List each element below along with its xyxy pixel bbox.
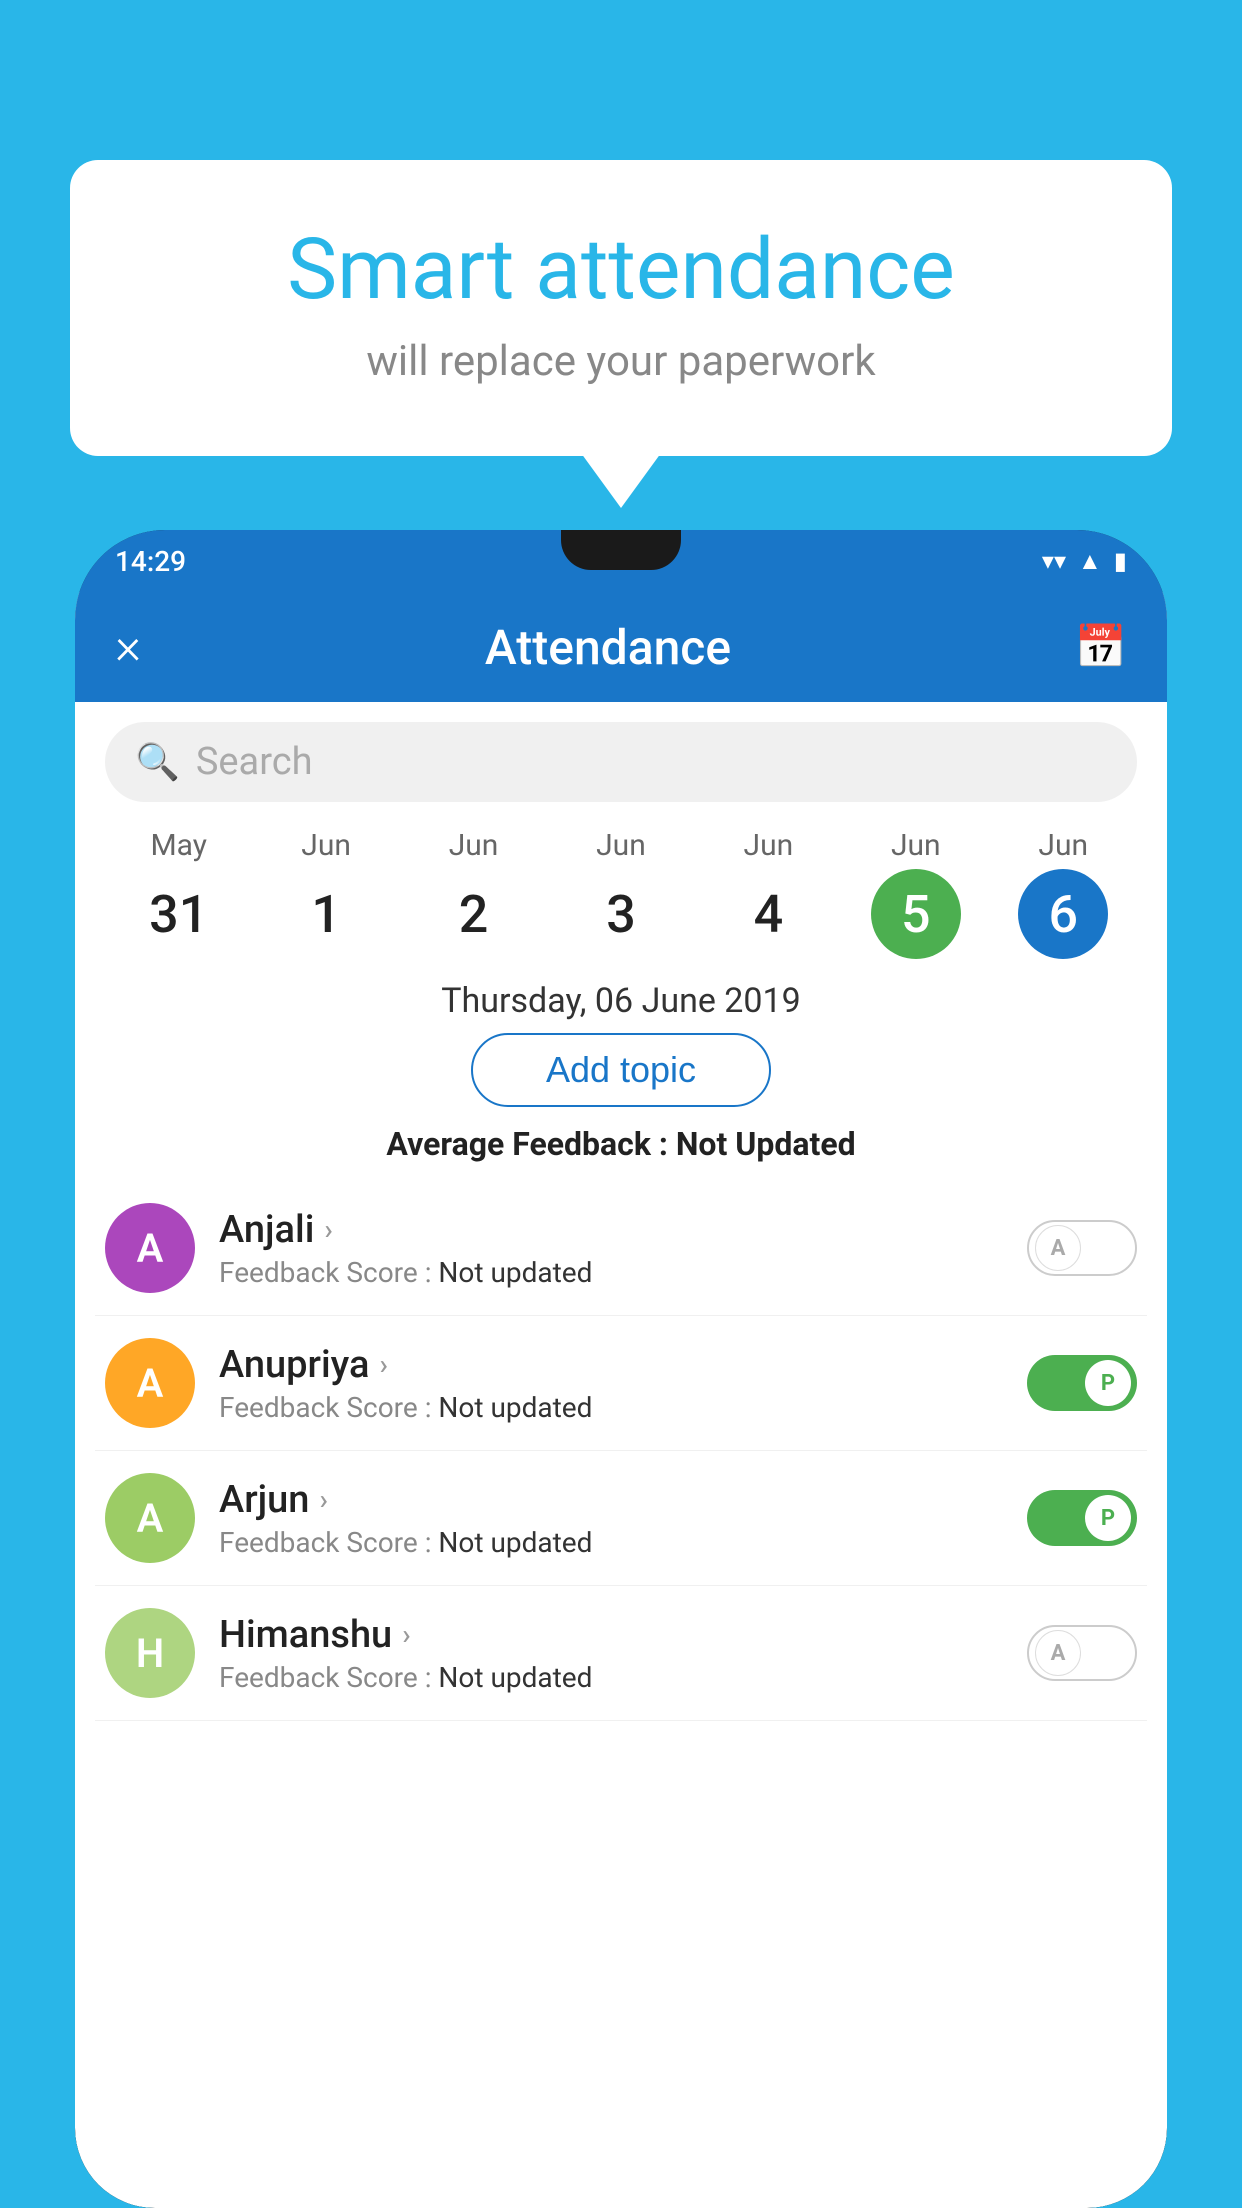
toggle-knob: P	[1085, 1495, 1131, 1541]
attendance-toggle[interactable]: P	[1027, 1490, 1137, 1546]
toggle-switch[interactable]: P	[1027, 1355, 1137, 1411]
chevron-icon: ›	[324, 1213, 332, 1246]
toggle-knob: A	[1035, 1630, 1081, 1676]
close-button[interactable]: ×	[115, 618, 141, 676]
calendar-icon[interactable]: 📅	[1075, 623, 1127, 672]
wifi-icon: ▾▾	[1042, 547, 1066, 575]
cal-day-number[interactable]: 4	[723, 869, 813, 959]
student-item[interactable]: H Himanshu › Feedback Score : Not updated A	[95, 1586, 1147, 1721]
selected-date-label: Thursday, 06 June 2019	[75, 959, 1167, 1033]
cal-month-label: Jun	[596, 828, 646, 863]
screen-title: Attendance	[485, 619, 731, 676]
calendar-day[interactable]: Jun 2	[424, 828, 524, 959]
phone-frame: 14:29 ▾▾ ▲ ▮ × Attendance 📅 🔍 Search May…	[75, 530, 1167, 2208]
calendar-day[interactable]: Jun 5	[866, 828, 966, 959]
calendar-day[interactable]: Jun 3	[571, 828, 671, 959]
phone-notch	[561, 530, 681, 570]
cal-month-label: Jun	[449, 828, 499, 863]
student-info: Anjali › Feedback Score : Not updated	[219, 1208, 1003, 1289]
cal-month-label: Jun	[744, 828, 794, 863]
student-avatar: A	[105, 1338, 195, 1428]
student-name: Himanshu ›	[219, 1613, 1003, 1657]
attendance-toggle[interactable]: A	[1027, 1220, 1137, 1276]
avg-feedback: Average Feedback : Not Updated	[75, 1125, 1167, 1163]
signal-icon: ▲	[1078, 547, 1102, 576]
student-feedback-score: Feedback Score : Not updated	[219, 1391, 1003, 1424]
cal-month-label: May	[150, 828, 206, 863]
avg-feedback-value: Not Updated	[676, 1125, 856, 1163]
student-name: Arjun ›	[219, 1478, 1003, 1522]
calendar-day[interactable]: May 31	[129, 828, 229, 959]
cal-day-number[interactable]: 6	[1018, 869, 1108, 959]
chevron-icon: ›	[402, 1618, 410, 1651]
student-item[interactable]: A Anupriya › Feedback Score : Not updated P	[95, 1316, 1147, 1451]
add-topic-button[interactable]: Add topic	[471, 1033, 771, 1107]
student-list: AAnjali ›Feedback Score : Not updatedAAA…	[75, 1181, 1167, 1721]
cal-day-number[interactable]: 3	[576, 869, 666, 959]
attendance-toggle[interactable]: P	[1027, 1355, 1137, 1411]
cal-month-label: Jun	[301, 828, 351, 863]
search-input[interactable]: Search	[196, 740, 313, 784]
toggle-switch[interactable]: P	[1027, 1490, 1137, 1546]
bubble-subtitle: will replace your paperwork	[150, 337, 1092, 386]
student-info: Arjun › Feedback Score : Not updated	[219, 1478, 1003, 1559]
speech-bubble: Smart attendance will replace your paper…	[70, 160, 1172, 456]
toggle-knob: P	[1085, 1360, 1131, 1406]
student-avatar: A	[105, 1473, 195, 1563]
phone-screen: × Attendance 📅 🔍 Search May31Jun1Jun2Jun…	[75, 592, 1167, 2208]
calendar-day[interactable]: Jun 6	[1013, 828, 1113, 959]
student-info: Anupriya › Feedback Score : Not updated	[219, 1343, 1003, 1424]
status-time: 14:29	[115, 545, 186, 578]
chevron-icon: ›	[319, 1483, 327, 1516]
student-feedback-score: Feedback Score : Not updated	[219, 1256, 1003, 1289]
cal-day-number[interactable]: 2	[429, 869, 519, 959]
cal-day-number[interactable]: 1	[281, 869, 371, 959]
search-icon: 🔍	[135, 741, 180, 783]
bubble-title: Smart attendance	[150, 220, 1092, 319]
cal-month-label: Jun	[1038, 828, 1088, 863]
search-bar[interactable]: 🔍 Search	[105, 722, 1137, 802]
status-icons: ▾▾ ▲ ▮	[1042, 547, 1127, 576]
toggle-knob: A	[1035, 1225, 1081, 1271]
cal-month-label: Jun	[891, 828, 941, 863]
student-item[interactable]: A Anjali › Feedback Score : Not updated A	[95, 1181, 1147, 1316]
student-info: Himanshu › Feedback Score : Not updated	[219, 1613, 1003, 1694]
toggle-switch[interactable]: A	[1027, 1625, 1137, 1681]
attendance-toggle[interactable]: A	[1027, 1625, 1137, 1681]
cal-day-number[interactable]: 31	[134, 869, 224, 959]
avg-feedback-label: Average Feedback :	[386, 1125, 668, 1163]
status-bar: 14:29 ▾▾ ▲ ▮	[75, 530, 1167, 592]
student-name: Anupriya ›	[219, 1343, 1003, 1387]
calendar-strip: May 31 Jun 1 Jun 2 Jun 3 Jun 4 Jun 5 Jun 6	[75, 812, 1167, 959]
cal-day-number[interactable]: 5	[871, 869, 961, 959]
student-item[interactable]: A Arjun › Feedback Score : Not updated P	[95, 1451, 1147, 1586]
calendar-day[interactable]: Jun 4	[718, 828, 818, 959]
student-feedback-score: Feedback Score : Not updated	[219, 1661, 1003, 1694]
toggle-switch[interactable]: A	[1027, 1220, 1137, 1276]
student-avatar: A	[105, 1203, 195, 1293]
student-avatar: H	[105, 1608, 195, 1698]
student-name: Anjali ›	[219, 1208, 1003, 1252]
chevron-icon: ›	[379, 1348, 387, 1381]
battery-icon: ▮	[1114, 547, 1127, 575]
app-header: × Attendance 📅	[75, 592, 1167, 702]
student-feedback-score: Feedback Score : Not updated	[219, 1526, 1003, 1559]
calendar-day[interactable]: Jun 1	[276, 828, 376, 959]
